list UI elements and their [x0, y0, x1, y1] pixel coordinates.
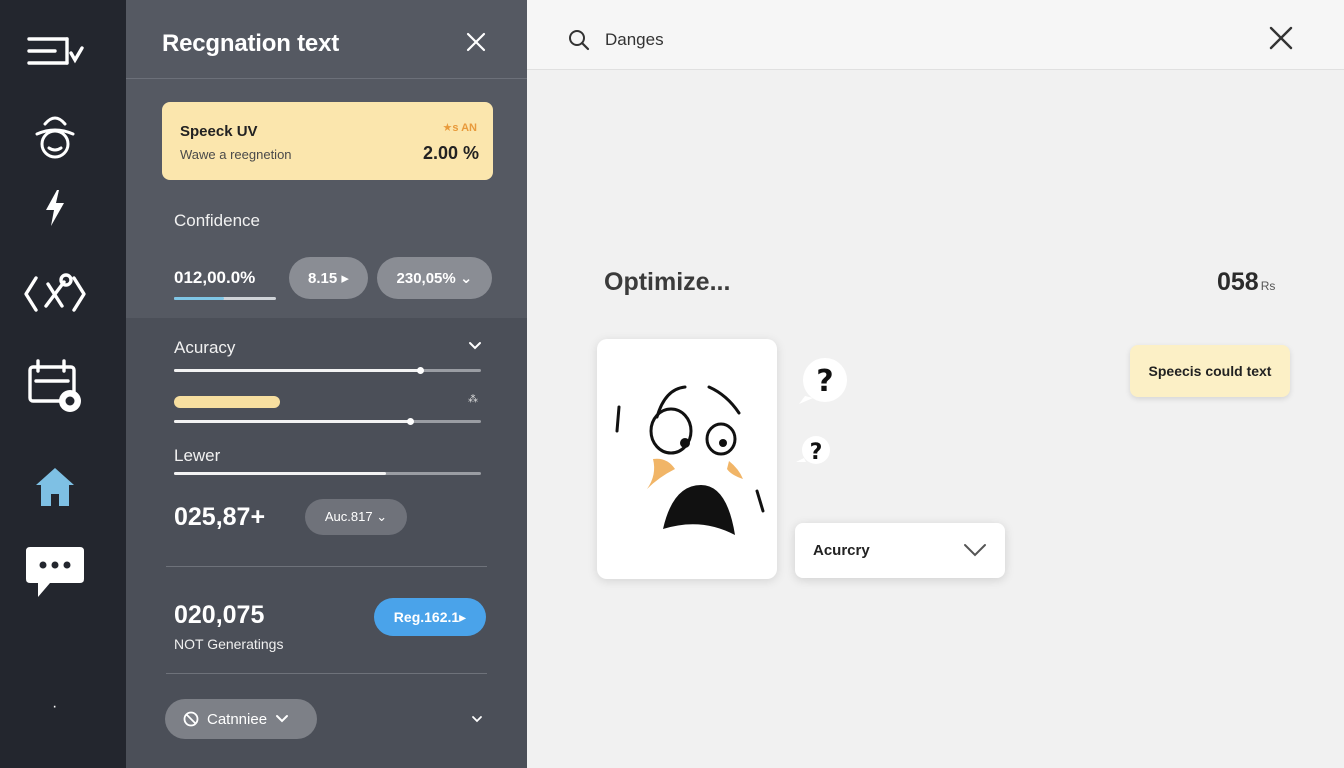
accuracy-slider-1[interactable] — [174, 367, 481, 374]
generation-label: NOT Generatings — [174, 636, 284, 652]
question-bubble-icon: ? — [799, 358, 847, 404]
chevron-down-icon — [276, 715, 289, 723]
accuracy-highlight-bar — [174, 396, 280, 408]
speech-card-percent: 2.00 % — [422, 143, 479, 163]
close-icon — [466, 32, 486, 52]
search-input[interactable] — [605, 30, 1005, 50]
confidence-pill-2[interactable]: 230,05% ⌄ — [377, 257, 492, 299]
main-area: Optimize... 058Rs ? ? Speecis coul — [527, 0, 1344, 768]
search-bar — [527, 0, 1344, 70]
chevron-down-icon — [964, 544, 986, 557]
svg-text:?: ? — [816, 364, 833, 399]
confused-face-icon — [615, 385, 765, 535]
code-tools-icon[interactable] — [18, 266, 92, 322]
recognition-panel: Recgnation text Speeck UV Wawe a reegnet… — [126, 0, 527, 768]
speech-tooltip: Speecis could text — [1130, 345, 1290, 397]
rail-dot: · — [52, 698, 58, 715]
calendar-settings-icon[interactable] — [18, 358, 92, 414]
accuracy-dropdown[interactable]: Acurcry — [795, 523, 1005, 578]
speech-card-subtitle: Wawe a reegnetion — [180, 147, 292, 162]
generation-pill[interactable]: Reg.162.1▸ — [374, 598, 486, 636]
confidence-pill-1[interactable]: 8.15 ▸ — [289, 257, 368, 299]
combine-label: Catnniee — [207, 710, 268, 728]
home-icon[interactable] — [18, 459, 92, 515]
optimize-heading: Optimize... — [604, 268, 731, 296]
accuracy-small-mark: ⁂ — [468, 394, 478, 405]
icon-rail: · — [0, 0, 126, 768]
chat-icon[interactable] — [18, 545, 92, 601]
lewer-label: Lewer — [174, 446, 221, 465]
lewer-value: 025,87+ — [174, 503, 266, 531]
question-bubble-small-icon: ? — [796, 436, 830, 465]
confidence-label: Confidence — [174, 211, 261, 230]
main-close-button[interactable] — [1267, 24, 1295, 52]
speech-card-badge: ★s AN — [442, 122, 477, 134]
combine-button[interactable]: Catnniee — [165, 699, 317, 739]
panel-title: Recgnation text — [162, 30, 340, 57]
lightning-icon[interactable] — [18, 180, 92, 236]
menu-check-icon[interactable] — [18, 25, 92, 81]
confidence-underline — [174, 297, 276, 300]
speech-card-title: Speeck UV — [180, 123, 258, 140]
speech-card[interactable]: Speeck UV Wawe a reegnetion ★s AN 2.00 % — [162, 102, 493, 180]
lewer-pill[interactable]: Auc.817 ⌄ — [305, 499, 407, 535]
combine-chevron-icon[interactable] — [470, 712, 484, 731]
user-hat-icon[interactable] — [18, 110, 92, 166]
lewer-slider[interactable] — [174, 472, 481, 475]
confused-face-card — [597, 339, 777, 579]
confidence-value: 012,00.0% — [174, 268, 256, 287]
block-icon — [183, 711, 199, 727]
accuracy-slider-2[interactable] — [174, 418, 481, 425]
accuracy-dropdown-label: Acurcry — [813, 542, 870, 559]
search-icon — [569, 30, 590, 51]
accuracy-label: Acuracy — [174, 338, 236, 357]
generation-value: 020,075 — [174, 601, 265, 629]
panel-close-button[interactable] — [462, 28, 490, 56]
svg-text:?: ? — [810, 440, 823, 465]
result-count: 058 Rs — [1217, 268, 1276, 296]
accuracy-chevron-icon[interactable] — [467, 338, 483, 359]
close-icon — [1269, 26, 1293, 50]
